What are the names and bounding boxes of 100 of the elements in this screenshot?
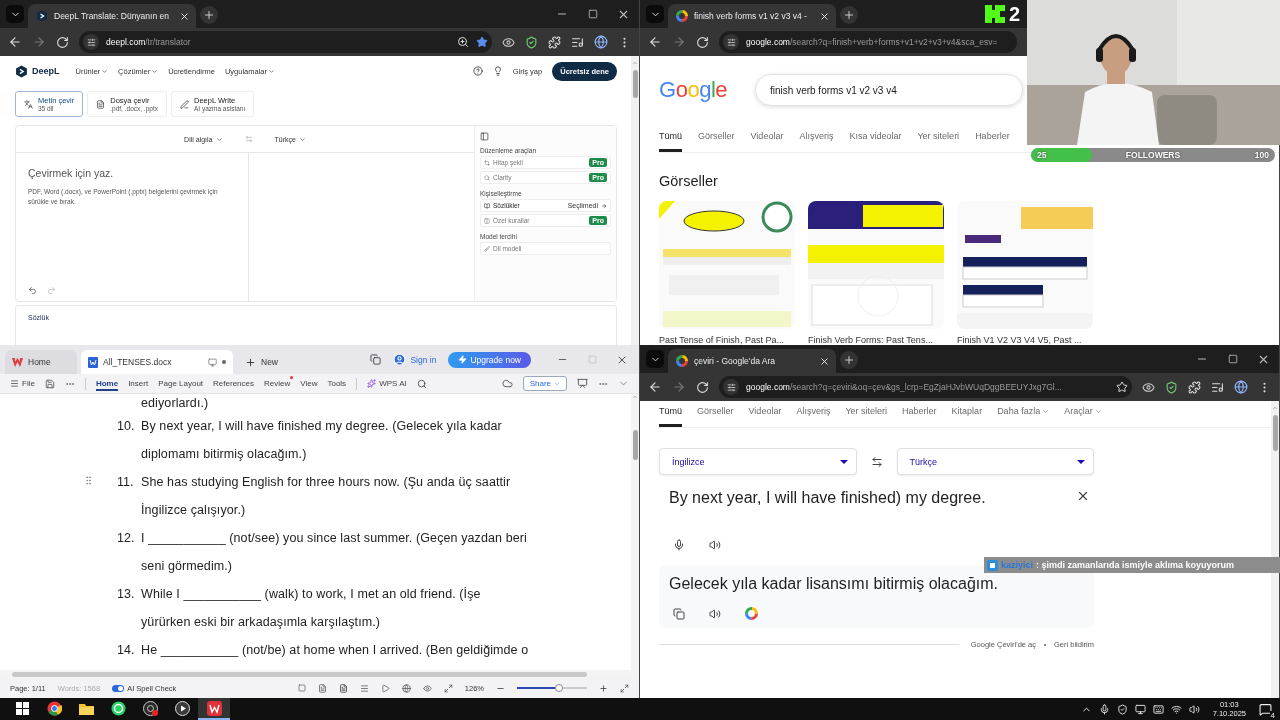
panel-icon[interactable]: [480, 132, 489, 141]
ribbon-tab[interactable]: Page Layout: [158, 376, 204, 391]
ribbon-tab[interactable]: Insert: [128, 376, 149, 391]
search-tab[interactable]: Tümü: [659, 124, 682, 152]
eye-icon[interactable]: [1142, 380, 1155, 394]
search-tab[interactable]: Kısa videolar: [849, 124, 902, 152]
google-logo[interactable]: Google: [659, 77, 727, 103]
source-text-field[interactable]: Çevirmek için yaz.: [28, 167, 236, 179]
image-caption[interactable]: Past Tense of Finish, Past Pa...: [659, 335, 795, 345]
media-icon[interactable]: [571, 35, 584, 49]
zoom-slider-thumb[interactable]: [555, 684, 563, 692]
shield-icon[interactable]: [1165, 380, 1178, 394]
copy-icon[interactable]: [673, 607, 685, 620]
reload-button[interactable]: [56, 35, 69, 49]
back-button[interactable]: [8, 35, 22, 49]
share-button[interactable]: Share: [522, 376, 567, 391]
extensions-icon[interactable]: [548, 35, 561, 49]
scrollbar-thumb[interactable]: [632, 430, 638, 460]
bookmark-star-icon[interactable]: [476, 36, 488, 48]
profile-icon[interactable]: [594, 35, 608, 49]
keyboard-icon[interactable]: [1152, 703, 1164, 715]
scrollbar-thumb[interactable]: [632, 70, 638, 98]
search-tab[interactable]: Videolar: [750, 124, 784, 152]
new-tab-button[interactable]: New: [237, 350, 286, 374]
tab-search-button[interactable]: [6, 5, 24, 23]
reload-button[interactable]: [696, 380, 709, 394]
close-icon[interactable]: [819, 10, 830, 22]
new-tab-button[interactable]: [840, 6, 858, 24]
site-info-button[interactable]: [723, 34, 739, 50]
new-tab-button[interactable]: [200, 6, 218, 24]
search-tab[interactable]: Alışveriş: [799, 124, 834, 152]
address-field[interactable]: google.com/search?q=çeviri&oq=çev&gs_lcrp=EgZjaHJvbWUqDggBEEUYJxg7Gl...: [719, 376, 1132, 398]
windows-icon[interactable]: [370, 354, 382, 365]
back-button[interactable]: [648, 380, 662, 394]
close-icon[interactable]: [179, 10, 190, 22]
toggle-switch[interactable]: [112, 684, 125, 692]
save-icon[interactable]: [44, 378, 55, 389]
forward-button[interactable]: [672, 380, 686, 394]
source-language-select[interactable]: İngilizce: [659, 448, 857, 475]
image-caption[interactable]: Finish Verb Forms: Past Tens...: [808, 335, 944, 345]
web-layout-icon[interactable]: [401, 683, 411, 693]
search-tab[interactable]: Alışveriş: [796, 401, 831, 427]
wifi-icon[interactable]: [1170, 703, 1182, 715]
scrollbar-thumb[interactable]: [12, 671, 587, 677]
ribbon-tab[interactable]: Home: [95, 376, 119, 391]
display-icon[interactable]: [577, 378, 588, 389]
reload-button[interactable]: [696, 35, 709, 49]
eye-icon[interactable]: [502, 35, 515, 49]
sign-in-button[interactable]: Sign in: [393, 353, 437, 366]
search-tab[interactable]: Görseller: [697, 401, 734, 427]
search-tab[interactable]: Görseller: [698, 124, 735, 152]
address-field[interactable]: google.com/search?q=finish+verb+forms+v1+v2+v3+v4&sca_esv=: [719, 31, 1017, 53]
media-icon[interactable]: [1211, 380, 1224, 394]
microphone-icon[interactable]: [673, 539, 685, 551]
ai-button[interactable]: WPS AI: [367, 376, 407, 391]
target-language-select[interactable]: Türkçe: [896, 448, 1094, 475]
play-icon[interactable]: [380, 683, 390, 693]
search-icon[interactable]: [416, 378, 427, 389]
volume-icon[interactable]: [1188, 703, 1200, 715]
scrollbar-thumb[interactable]: [1272, 415, 1278, 451]
print-layout-icon[interactable]: [338, 683, 348, 693]
ribbon-tab[interactable]: References: [213, 376, 254, 391]
browser-tab[interactable]: çeviri - Google'da Ara: [668, 349, 836, 373]
search-tab[interactable]: Haberler: [902, 401, 937, 427]
file-menu[interactable]: File: [10, 376, 35, 391]
help-icon[interactable]: [472, 66, 483, 76]
eye-icon[interactable]: [422, 683, 432, 693]
site-info-button[interactable]: [723, 379, 739, 395]
browser-tab[interactable]: finish verb forms v1 v2 v3 v4 -: [668, 4, 836, 28]
fit-icon[interactable]: [443, 683, 453, 693]
search-tab[interactable]: Yer siteleri: [845, 401, 888, 427]
profile-icon[interactable]: [1234, 380, 1248, 394]
shield-icon[interactable]: [525, 35, 538, 49]
tab-search-button[interactable]: [646, 5, 664, 23]
search-tab[interactable]: Daha fazla: [997, 401, 1050, 427]
ribbon-tab[interactable]: Tools: [327, 376, 347, 391]
clear-icon[interactable]: [1076, 489, 1090, 503]
browser-tab[interactable]: DeepL Translate: Dünyanın en: [28, 4, 196, 28]
drag-handle-icon[interactable]: [83, 475, 94, 486]
forward-button[interactable]: [672, 35, 686, 49]
ribbon-tab[interactable]: View: [300, 376, 318, 391]
cloud-icon[interactable]: [501, 378, 513, 389]
image-caption[interactable]: Finish V1 V2 V3 V4 V5, Past ...: [957, 335, 1093, 345]
fullscreen-icon[interactable]: [620, 683, 629, 693]
document-tab[interactable]: Home: [5, 350, 77, 374]
microphone-icon[interactable]: [1098, 703, 1110, 715]
extensions-icon[interactable]: [1188, 380, 1201, 394]
ribbon-tab[interactable]: Review: [264, 376, 291, 391]
search-tab[interactable]: Kitaplar: [951, 401, 983, 427]
document-tab[interactable]: All_TENSES.docx: [81, 350, 233, 374]
tab-search-button[interactable]: [646, 350, 664, 368]
site-info-button[interactable]: [83, 34, 99, 50]
search-tab[interactable]: Araçlar: [1064, 401, 1102, 427]
page-icon[interactable]: [317, 683, 327, 693]
undo-icon[interactable]: [28, 286, 37, 295]
back-button[interactable]: [648, 35, 662, 49]
speaker-icon[interactable]: [709, 607, 721, 620]
search-tab[interactable]: Haberler: [975, 124, 1010, 152]
close-icon[interactable]: [819, 355, 830, 367]
taskbar-app[interactable]: [198, 698, 230, 720]
